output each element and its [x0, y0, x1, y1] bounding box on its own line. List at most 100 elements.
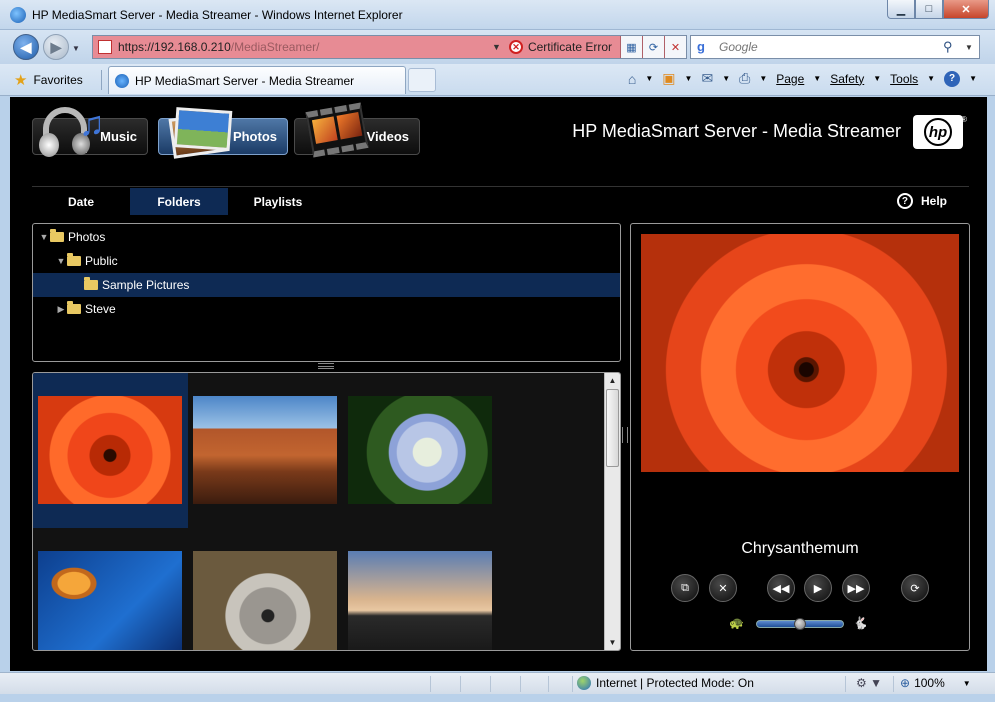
help-menu-icon[interactable]: ?	[944, 70, 961, 87]
photo-viewer: Chrysanthemum ⧉ ✕ ◀◀ ▶ ▶▶ ⟳ 🐢 🐇	[630, 223, 970, 651]
window-mode-button[interactable]: ⧉	[671, 574, 699, 602]
photos-button[interactable]: Photos	[158, 107, 288, 159]
page-menu-dropdown-icon[interactable]: ▼	[813, 74, 821, 83]
help-label: Help	[920, 194, 947, 208]
folder-icon	[67, 301, 81, 314]
thumbnail-hydrangeas[interactable]	[343, 373, 498, 528]
view-tabs: Date Folders Playlists ? Help	[32, 188, 969, 215]
safety-menu[interactable]: Safety	[830, 72, 864, 86]
stop-icon[interactable]: ✕	[664, 36, 686, 58]
previous-button[interactable]: ◀◀	[767, 574, 795, 602]
speed-slider-knob[interactable]	[794, 618, 806, 630]
thumbnail-grid: ▲ ▼	[32, 372, 621, 651]
tab-date[interactable]: Date	[32, 188, 130, 215]
minimize-button[interactable]: ▁	[887, 0, 915, 19]
thumbnail-lighthouse[interactable]	[343, 528, 498, 650]
help-menu-dropdown-icon[interactable]: ▼	[969, 74, 977, 83]
play-button[interactable]: ▶	[804, 574, 832, 602]
tree-item-steve[interactable]: ▶ Steve	[33, 297, 620, 321]
back-button[interactable]: ◀	[13, 34, 39, 60]
thumbnail-desert[interactable]	[188, 373, 343, 528]
page-menu[interactable]: Page	[776, 72, 804, 86]
forward-button[interactable]: ▶	[43, 34, 69, 60]
safety-menu-dropdown-icon[interactable]: ▼	[873, 74, 881, 83]
certificate-error-icon[interactable]: ✕	[508, 40, 523, 54]
header-divider	[32, 186, 969, 187]
address-dropdown-icon[interactable]: ▼	[492, 42, 501, 52]
thumbnail-chrysanthemum[interactable]	[33, 373, 188, 528]
command-bar: ⌂ ▼ ▣ ▼ ✉ ▼ ⎙ ▼ Page ▼ Safety ▼ Tools ▼ ? ▼	[628, 70, 977, 87]
zoom-icon: ⊕	[900, 676, 911, 690]
tabs-separator	[101, 70, 102, 90]
maximize-button[interactable]: □	[915, 0, 943, 19]
app-title: HP MediaSmart Server - Media Streamer	[572, 121, 901, 141]
horizontal-splitter-handle[interactable]	[318, 363, 334, 369]
certificate-error-label[interactable]: Certificate Error	[528, 40, 612, 54]
tab-playlists[interactable]: Playlists	[229, 188, 327, 215]
zoom-control[interactable]: ⊕ 100% ▼	[900, 676, 971, 690]
feeds-dropdown-icon[interactable]: ▼	[685, 74, 693, 83]
compatibility-view-icon[interactable]: ▦	[620, 36, 642, 58]
tree-item-photos[interactable]: ▼ Photos	[33, 225, 620, 249]
search-icon[interactable]: ⚲	[943, 39, 965, 55]
window-mode-icon: ⧉	[681, 581, 689, 594]
collapse-arrow-icon[interactable]: ▼	[55, 256, 67, 266]
speed-slider[interactable]	[756, 618, 844, 630]
tree-item-sample-pictures[interactable]: Sample Pictures	[33, 273, 620, 297]
videos-button[interactable]: Videos	[294, 102, 420, 158]
photos-icon	[165, 105, 233, 159]
home-icon[interactable]: ⌂	[628, 71, 636, 87]
refresh-icon[interactable]: ⟳	[642, 36, 664, 58]
window-title: HP MediaSmart Server - Media Streamer - …	[32, 8, 403, 22]
address-url[interactable]: https://192.168.0.210/MediaStreamer/	[118, 40, 492, 54]
window-bottom-frame	[0, 694, 995, 702]
search-input[interactable]: Google	[719, 40, 943, 54]
tree-item-label: Steve	[85, 302, 116, 316]
thumbnail-jellyfish[interactable]	[33, 528, 188, 650]
new-tab-button[interactable]	[408, 68, 436, 92]
next-button[interactable]: ▶▶	[842, 574, 870, 602]
address-host: https://192.168.0.210	[118, 40, 231, 54]
print-icon[interactable]: ⎙	[739, 70, 750, 87]
fast-forward-icon: ▶▶	[847, 582, 865, 595]
scrollbar-thumb[interactable]	[606, 389, 619, 467]
favorites-button[interactable]: ★ Favorites	[14, 69, 83, 91]
recent-pages-dropdown[interactable]: ▼	[72, 44, 80, 53]
popup-blocker-icon[interactable]: ⚙ ▼	[856, 676, 882, 690]
address-bar[interactable]: https://192.168.0.210/MediaStreamer/ ▼ ✕…	[92, 35, 687, 59]
tools-menu-dropdown-icon[interactable]: ▼	[927, 74, 935, 83]
tree-item-public[interactable]: ▼ Public	[33, 249, 620, 273]
close-button[interactable]: ✕	[943, 0, 989, 19]
shuffle-icon: ✕	[718, 582, 728, 595]
scroll-down-arrow-icon[interactable]: ▼	[605, 635, 620, 650]
scroll-up-arrow-icon[interactable]: ▲	[605, 373, 620, 388]
search-options-dropdown[interactable]: ▼	[965, 43, 979, 52]
folder-tree: ▼ Photos ▼ Public Sample Pictures ▶ Stev…	[32, 223, 621, 362]
tabs-bar: ★ Favorites HP MediaSmart Server - Media…	[0, 64, 995, 96]
collapse-arrow-icon[interactable]: ▼	[38, 232, 50, 242]
mail-dropdown-icon[interactable]: ▼	[722, 74, 730, 83]
shuffle-button[interactable]: ✕	[709, 574, 737, 602]
thumbnail-scrollbar[interactable]: ▲ ▼	[604, 373, 620, 650]
tools-menu[interactable]: Tools	[890, 72, 918, 86]
thumbnail-koala[interactable]	[188, 528, 343, 650]
help-icon: ?	[896, 193, 913, 209]
zoom-dropdown-icon[interactable]: ▼	[963, 679, 971, 688]
vertical-splitter-handle[interactable]	[622, 427, 628, 443]
mail-icon[interactable]: ✉	[701, 70, 713, 87]
home-dropdown-icon[interactable]: ▼	[645, 74, 653, 83]
tab-folders[interactable]: Folders	[130, 188, 228, 215]
help-button[interactable]: ? Help	[896, 193, 947, 209]
expand-arrow-icon[interactable]: ▶	[55, 304, 67, 315]
turtle-icon: 🐢	[729, 616, 744, 630]
rewind-icon: ◀◀	[772, 582, 790, 595]
repeat-button[interactable]: ⟳	[901, 574, 929, 602]
registered-mark: ®	[961, 115, 967, 124]
search-box[interactable]: g Google ⚲ ▼	[690, 35, 980, 59]
feeds-icon[interactable]: ▣	[662, 70, 675, 87]
security-zone[interactable]: Internet | Protected Mode: On	[577, 676, 754, 690]
browser-tab[interactable]: HP MediaSmart Server - Media Streamer	[108, 66, 406, 94]
status-bar: Internet | Protected Mode: On ⚙ ▼ ⊕ 100%…	[0, 672, 995, 694]
print-dropdown-icon[interactable]: ▼	[759, 74, 767, 83]
music-button[interactable]: ♫ Music	[32, 105, 148, 157]
